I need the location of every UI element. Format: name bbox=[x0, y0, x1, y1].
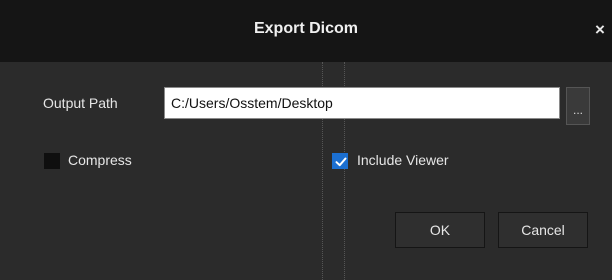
cancel-button[interactable]: Cancel bbox=[498, 212, 588, 248]
ok-button[interactable]: OK bbox=[395, 212, 485, 248]
browse-button[interactable]: ... bbox=[566, 87, 590, 125]
title-bar: Export Dicom × bbox=[0, 0, 612, 62]
include-viewer-checkbox[interactable] bbox=[332, 153, 348, 169]
compress-checkbox[interactable] bbox=[44, 153, 60, 169]
include-viewer-label: Include Viewer bbox=[357, 152, 449, 168]
output-path-label: Output Path bbox=[43, 95, 118, 111]
checkmark-icon bbox=[335, 157, 347, 167]
export-dicom-dialog: Export Dicom × Output Path C:/Users/Osst… bbox=[0, 0, 612, 280]
output-path-input[interactable]: C:/Users/Osstem/Desktop bbox=[164, 87, 560, 119]
compress-label: Compress bbox=[68, 152, 132, 168]
close-button[interactable]: × bbox=[591, 20, 609, 40]
dialog-title: Export Dicom bbox=[253, 20, 358, 37]
